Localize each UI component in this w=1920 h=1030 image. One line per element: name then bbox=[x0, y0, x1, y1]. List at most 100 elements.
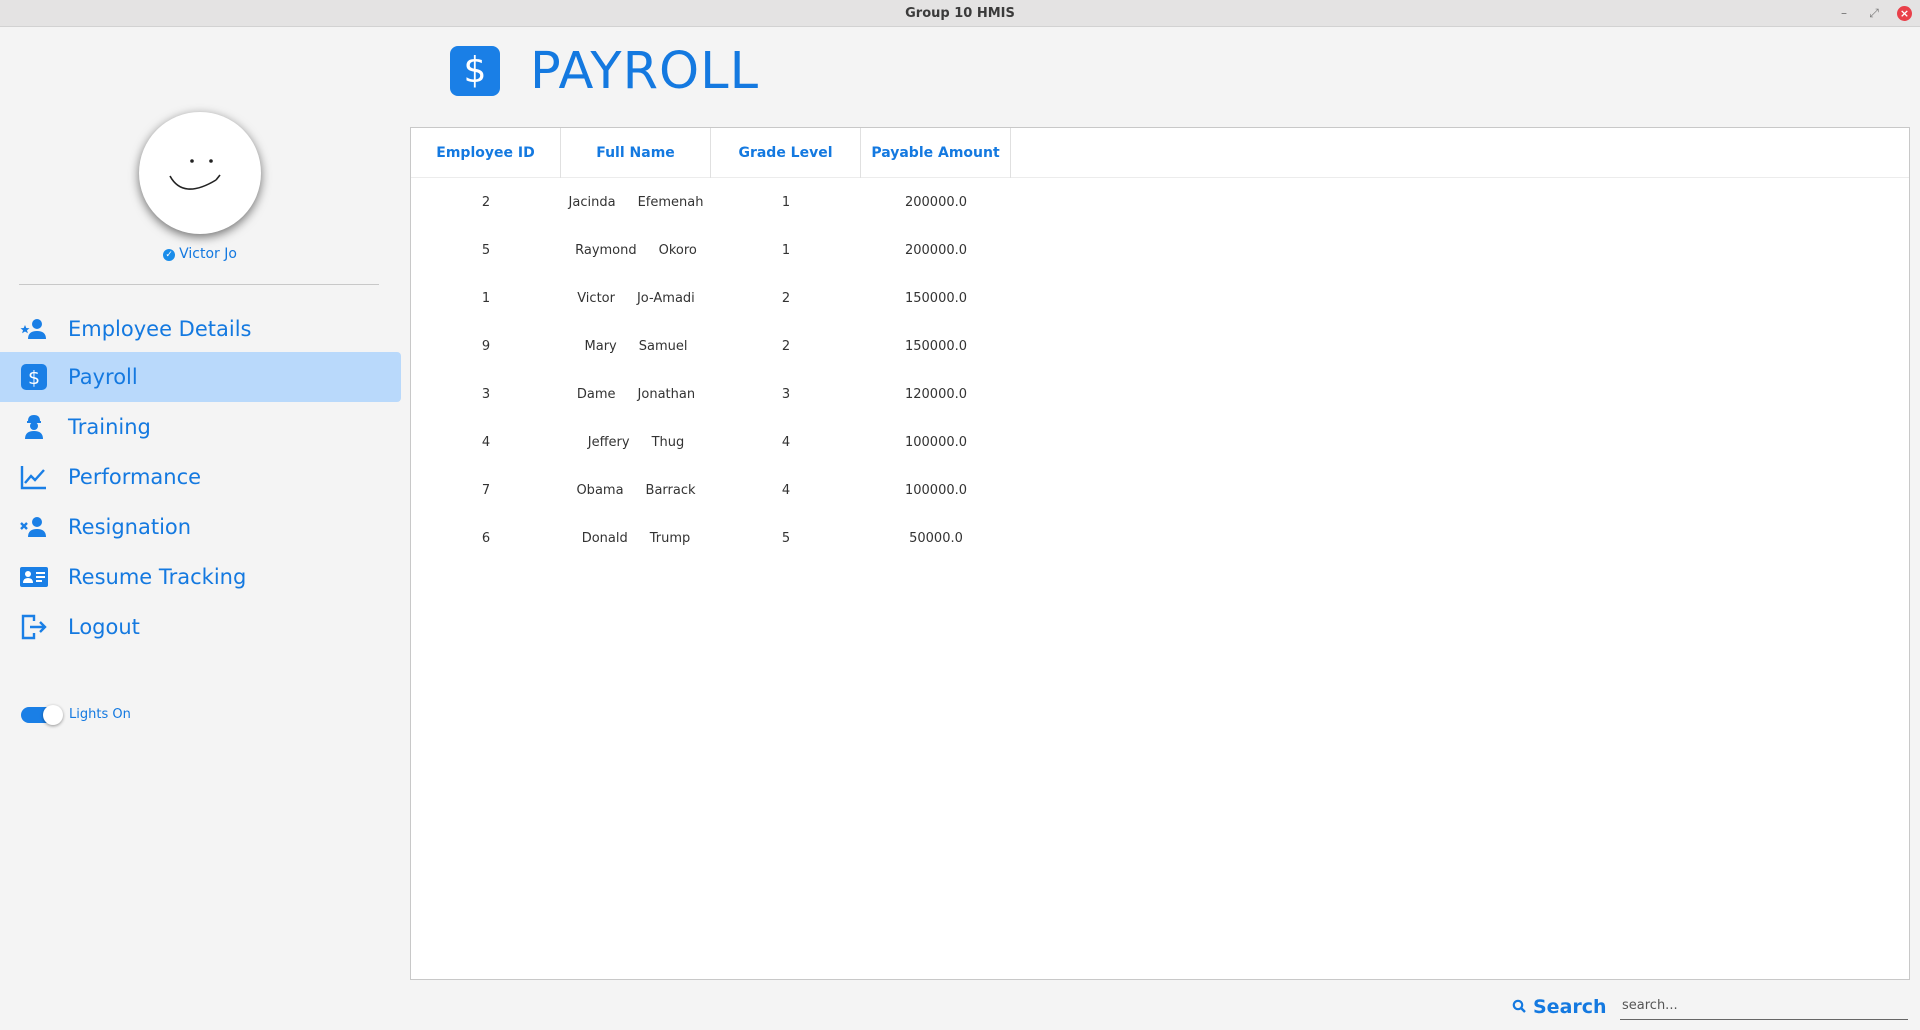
cell-grade-level: 3 bbox=[781, 387, 791, 402]
sidebar-item-employee-details[interactable]: Employee Details bbox=[0, 304, 400, 354]
table-row[interactable]: 6 Donald Trump 5 50000.0 bbox=[411, 515, 1909, 563]
sidebar-item-label: Resume Tracking bbox=[68, 565, 247, 589]
payroll-table: Employee ID Full Name Grade Level Payabl… bbox=[410, 127, 1910, 980]
cell-payable-amount: 200000.0 bbox=[904, 195, 968, 210]
lights-toggle-label: Lights On bbox=[69, 707, 131, 722]
table-row[interactable]: 3 Dame Jonathan 3 120000.0 bbox=[411, 371, 1909, 419]
avatar[interactable] bbox=[139, 112, 261, 234]
id-card-icon bbox=[20, 564, 48, 590]
minimize-icon[interactable]: – bbox=[1837, 6, 1851, 20]
window-title: Group 10 HMIS bbox=[905, 6, 1015, 21]
cell-payable-amount: 120000.0 bbox=[904, 387, 968, 402]
search-button[interactable]: Search bbox=[1512, 996, 1607, 1018]
cell-last-name: Jo-Amadi bbox=[636, 291, 695, 306]
cell-first-name: Dame bbox=[576, 387, 616, 402]
dollar-icon: $ bbox=[20, 364, 48, 390]
cell-payable-amount: 200000.0 bbox=[904, 243, 968, 258]
cell-employee-id: 4 bbox=[481, 435, 491, 450]
sidebar-item-label: Performance bbox=[68, 465, 202, 489]
cell-full-name: Jacinda Efemenah bbox=[561, 179, 711, 227]
search-icon bbox=[1512, 996, 1527, 1018]
user-star-icon bbox=[20, 316, 48, 342]
user-remove-icon bbox=[20, 514, 48, 540]
page-title: PAYROLL bbox=[530, 42, 759, 101]
cell-employee-id: 2 bbox=[481, 195, 491, 210]
cell-employee-id: 9 bbox=[481, 339, 491, 354]
cell-grade-level: 2 bbox=[781, 291, 791, 306]
column-header-payable-amount[interactable]: Payable Amount bbox=[861, 128, 1011, 178]
cell-first-name: Donald bbox=[581, 531, 628, 546]
cell-last-name: Barrack bbox=[645, 483, 696, 498]
cell-last-name: Samuel bbox=[638, 339, 688, 354]
worker-icon bbox=[20, 414, 48, 440]
cell-first-name: Jacinda bbox=[568, 195, 616, 210]
cell-employee-id: 5 bbox=[481, 243, 491, 258]
cell-grade-level: 2 bbox=[781, 339, 791, 354]
sidebar-item-performance[interactable]: Performance bbox=[0, 452, 400, 502]
cell-last-name: Okoro bbox=[658, 243, 697, 258]
window-titlebar: Group 10 HMIS – ⤢ × bbox=[0, 0, 1920, 27]
cell-full-name: Victor Jo-Amadi bbox=[561, 275, 711, 323]
cell-first-name: Raymond bbox=[575, 243, 637, 258]
cell-first-name: Victor bbox=[577, 291, 615, 306]
cell-full-name: Donald Trump bbox=[561, 515, 711, 563]
cell-last-name: Thug bbox=[651, 435, 685, 450]
cell-employee-id: 1 bbox=[481, 291, 491, 306]
sidebar-item-resignation[interactable]: Resignation bbox=[0, 502, 400, 552]
cell-payable-amount: 100000.0 bbox=[904, 435, 968, 450]
cell-last-name: Jonathan bbox=[637, 387, 696, 402]
table-row[interactable]: 4 Jeffery Thug 4 100000.0 bbox=[411, 419, 1909, 467]
sidebar-item-payroll[interactable]: $ Payroll bbox=[0, 352, 401, 402]
cell-employee-id: 7 bbox=[481, 483, 491, 498]
cell-first-name: Mary bbox=[584, 339, 617, 354]
cell-first-name: Obama bbox=[576, 483, 624, 498]
cell-employee-id: 6 bbox=[481, 531, 491, 546]
table-header: Employee ID Full Name Grade Level Payabl… bbox=[411, 128, 1909, 178]
cell-full-name: Mary Samuel bbox=[561, 323, 711, 371]
sidebar-item-logout[interactable]: Logout bbox=[0, 602, 400, 652]
close-icon[interactable]: × bbox=[1897, 6, 1912, 21]
cell-payable-amount: 150000.0 bbox=[904, 291, 968, 306]
cell-last-name: Efemenah bbox=[637, 195, 704, 210]
cell-full-name: Dame Jonathan bbox=[561, 371, 711, 419]
table-row[interactable]: 2 Jacinda Efemenah 1 200000.0 bbox=[411, 179, 1909, 227]
sidebar: ✓ Victor Jo Employee Details $ Payroll Tr… bbox=[0, 27, 401, 1030]
cell-grade-level: 5 bbox=[781, 531, 791, 546]
table-row[interactable]: 5 Raymond Okoro 1 200000.0 bbox=[411, 227, 1909, 275]
sidebar-item-training[interactable]: Training bbox=[0, 402, 400, 452]
sidebar-divider bbox=[19, 284, 379, 285]
table-row[interactable]: 7 Obama Barrack 4 100000.0 bbox=[411, 467, 1909, 515]
column-header-full-name[interactable]: Full Name bbox=[561, 128, 711, 178]
cell-grade-level: 4 bbox=[781, 435, 791, 450]
sidebar-item-label: Resignation bbox=[68, 515, 192, 539]
smiley-face-icon bbox=[169, 159, 221, 190]
sidebar-item-label: Employee Details bbox=[68, 317, 252, 341]
cell-grade-level: 4 bbox=[781, 483, 791, 498]
column-header-grade-level[interactable]: Grade Level bbox=[711, 128, 861, 178]
line-chart-icon bbox=[20, 464, 48, 490]
column-header-employee-id[interactable]: Employee ID bbox=[411, 128, 561, 178]
svg-text:$: $ bbox=[28, 367, 40, 389]
cell-full-name: Raymond Okoro bbox=[561, 227, 711, 275]
sidebar-item-label: Payroll bbox=[68, 365, 138, 389]
cell-payable-amount: 50000.0 bbox=[909, 531, 963, 546]
table-row[interactable]: 1 Victor Jo-Amadi 2 150000.0 bbox=[411, 275, 1909, 323]
table-row[interactable]: 9 Mary Samuel 2 150000.0 bbox=[411, 323, 1909, 371]
cell-first-name: Jeffery bbox=[587, 435, 630, 450]
cell-employee-id: 3 bbox=[481, 387, 491, 402]
search-input[interactable] bbox=[1620, 992, 1908, 1020]
logout-icon bbox=[20, 614, 48, 640]
sidebar-item-label: Logout bbox=[68, 615, 140, 639]
dollar-icon: $ bbox=[450, 46, 500, 96]
cell-last-name: Trump bbox=[649, 531, 691, 546]
user-name-label: Victor Jo bbox=[179, 246, 237, 262]
sidebar-item-resume-tracking[interactable]: Resume Tracking bbox=[0, 552, 400, 602]
sidebar-item-label: Training bbox=[68, 415, 151, 439]
user-name: ✓ Victor Jo bbox=[0, 246, 400, 262]
verified-check-icon: ✓ bbox=[163, 249, 176, 261]
cell-grade-level: 1 bbox=[781, 243, 791, 258]
cell-grade-level: 1 bbox=[781, 195, 791, 210]
lights-toggle[interactable] bbox=[21, 705, 63, 725]
cell-full-name: Jeffery Thug bbox=[561, 419, 711, 467]
maximize-icon[interactable]: ⤢ bbox=[1867, 6, 1881, 20]
